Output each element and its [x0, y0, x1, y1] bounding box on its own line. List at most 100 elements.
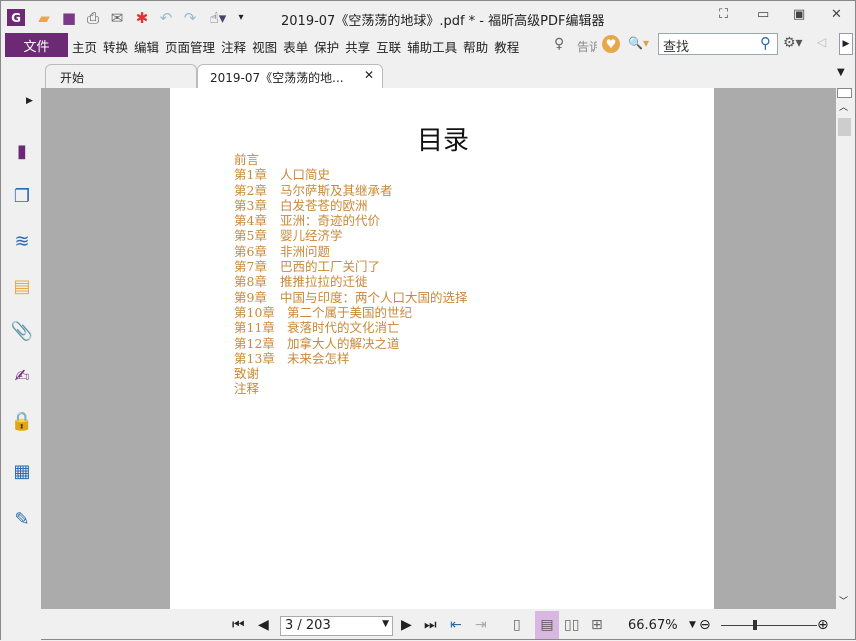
menu-convert[interactable]: 转换	[103, 37, 128, 56]
security-lock-icon[interactable]: 🔒	[11, 410, 33, 432]
expand-panel-icon[interactable]: ▶	[26, 96, 33, 106]
signatures-icon[interactable]: ✍	[11, 365, 33, 387]
menu-edit[interactable]: 编辑	[134, 37, 159, 56]
tab-start[interactable]: 开始	[45, 64, 197, 88]
toc-chapter: 第11章	[234, 320, 275, 336]
search-icon[interactable]: ⚲	[760, 34, 771, 52]
toc-entry[interactable]: 第4章 亚洲：奇迹的代价	[234, 213, 468, 228]
toc-entry[interactable]: 第1章 人口简史	[234, 167, 468, 182]
email-icon[interactable]: ✉	[108, 9, 126, 27]
fullscreen-icon[interactable]: ⛶	[719, 7, 728, 22]
layers-icon[interactable]: ≋	[11, 230, 33, 252]
close-tab-icon[interactable]: ✕	[364, 68, 374, 82]
continuous-facing-icon[interactable]: ⊞	[591, 617, 603, 633]
first-page-icon[interactable]: ⏮	[232, 617, 245, 633]
menu-protect[interactable]: 保护	[314, 37, 339, 56]
minimize-button[interactable]: ▭	[757, 7, 769, 22]
print-icon[interactable]: ⎙	[84, 9, 102, 27]
next-page-icon[interactable]: ▶	[401, 617, 412, 633]
toc-entry[interactable]: 注释	[234, 381, 468, 396]
redo-icon[interactable]: ↷	[181, 9, 199, 27]
tab-list-dropdown-icon[interactable]: ▼	[837, 67, 845, 78]
document-tabs: 开始 2019-07《空荡荡的地... ✕ ▼	[1, 57, 856, 88]
menu-form[interactable]: 表单	[283, 37, 308, 56]
zoom-in-icon[interactable]: ⊕	[817, 617, 829, 633]
toc-entry[interactable]: 第9章 中国与印度：两个人口大国的选择	[234, 290, 468, 305]
toc-entry[interactable]: 第6章 非洲问题	[234, 244, 468, 259]
toc-chapter: 第3章	[234, 197, 267, 213]
close-button[interactable]: ✕	[831, 7, 842, 22]
maximize-button[interactable]: ▣	[793, 7, 805, 22]
settings-gear-icon[interactable]: ⚙▾	[783, 35, 803, 51]
bookmarks-icon[interactable]: ▮	[11, 140, 33, 162]
toc-entry[interactable]: 第2章 马尔萨斯及其继承者	[234, 183, 468, 198]
document-viewer: 目录 前言 第1章 人口简史 第2章 马尔萨斯及其继承者 第3章 白发苍苍的欧洲 第4章 亚洲：…	[41, 88, 836, 609]
comments-icon[interactable]: ▤	[11, 275, 33, 297]
toc-entry[interactable]: 前言	[234, 152, 468, 167]
heart-icon[interactable]: ♥	[602, 35, 620, 53]
scrollbar-thumb[interactable]	[838, 118, 851, 136]
new-document-icon[interactable]: ✱	[133, 9, 151, 27]
scroll-down-icon[interactable]: ﹀	[839, 594, 848, 607]
toc-entry-title: 未来会怎样	[287, 350, 350, 366]
menu-accessibility[interactable]: 辅助工具	[407, 37, 457, 56]
toc-entry[interactable]: 第13章 未来会怎样	[234, 351, 468, 366]
lightbulb-icon: ♀	[554, 36, 565, 52]
content-icon[interactable]: ▦	[11, 460, 33, 482]
menu-view[interactable]: 视图	[252, 37, 277, 56]
toc-entry-title: 马尔萨斯及其继承者	[280, 182, 393, 198]
scroll-up-icon[interactable]: ︿	[839, 100, 848, 113]
toc-entry-title: 人口简史	[280, 167, 331, 183]
previous-view-icon[interactable]: ⇤	[450, 617, 462, 633]
facing-pages-icon[interactable]: ▯▯	[564, 617, 579, 633]
zoom-slider-thumb[interactable]	[752, 620, 757, 630]
toc-chapter: 第4章	[234, 213, 267, 229]
toc-entry[interactable]: 第12章 加拿大人的解决之道	[234, 336, 468, 351]
toc-entry[interactable]: 第8章 推推拉拉的迁徙	[234, 274, 468, 289]
toc-chapter: 第9章	[234, 289, 267, 305]
menu-comment[interactable]: 注释	[221, 37, 246, 56]
toc-entry[interactable]: 第5章 婴儿经济学	[234, 228, 468, 243]
menu-tutorial[interactable]: 教程	[494, 37, 519, 56]
menu-connect[interactable]: 互联	[376, 37, 401, 56]
hand-tool-icon[interactable]: ☝▾	[205, 9, 231, 27]
toc-entry-title: 亚洲：奇迹的代价	[280, 213, 381, 229]
toc-chapter: 第8章	[234, 274, 267, 290]
customize-toolbar-icon[interactable]: ▾	[232, 9, 250, 26]
save-icon[interactable]: ■	[60, 9, 78, 27]
chevron-down-icon[interactable]: ▼	[382, 619, 389, 629]
toc-entry[interactable]: 第10章 第二个属于美国的世纪	[234, 305, 468, 320]
menu-share[interactable]: 共享	[345, 37, 370, 56]
tab-document[interactable]: 2019-07《空荡荡的地... ✕	[197, 64, 383, 88]
split-handle[interactable]	[837, 88, 852, 98]
toc-entry[interactable]: 致谢	[234, 366, 468, 381]
table-of-contents: 前言 第1章 人口简史 第2章 马尔萨斯及其继承者 第3章 白发苍苍的欧洲 第4章 亚洲：奇迹的…	[234, 152, 468, 397]
zoom-slider[interactable]	[721, 625, 817, 626]
last-page-icon[interactable]: ⏭	[424, 617, 437, 633]
folder-search-icon[interactable]: 🔍▾	[628, 36, 649, 50]
continuous-page-icon[interactable]: ▤	[535, 611, 559, 639]
menu-home[interactable]: 主页	[72, 37, 97, 56]
vertical-scrollbar[interactable]: ︿ ﹀	[836, 88, 853, 609]
open-folder-icon[interactable]: ▰	[35, 9, 53, 27]
certificate-icon[interactable]: ✎	[11, 508, 33, 530]
toc-entry[interactable]: 第7章 巴西的工厂关门了	[234, 259, 468, 274]
previous-page-icon[interactable]: ◀	[258, 617, 269, 633]
file-menu-button[interactable]: 文件	[5, 33, 68, 57]
zoom-level[interactable]: 66.67%	[628, 618, 678, 633]
scroll-right-icon[interactable]: ▶	[839, 33, 853, 55]
zoom-out-icon[interactable]: ⊖	[699, 617, 711, 633]
next-view-icon[interactable]: ⇥	[475, 617, 487, 633]
page-thumbnails-icon[interactable]: ❐	[11, 185, 33, 207]
single-page-icon[interactable]: ▯	[513, 617, 521, 633]
attachments-icon[interactable]: 📎	[11, 320, 33, 342]
tell-me-input[interactable]: 告诉	[577, 38, 597, 55]
zoom-dropdown-icon[interactable]: ▼	[689, 620, 696, 630]
undo-icon[interactable]: ↶	[157, 9, 175, 27]
page-number-input[interactable]: 3 / 203 ▼	[280, 616, 393, 636]
scroll-left-icon[interactable]: ◁	[817, 35, 826, 49]
menu-organize[interactable]: 页面管理	[165, 37, 215, 56]
toc-entry[interactable]: 第11章 衰落时代的文化消亡	[234, 320, 468, 335]
menu-help[interactable]: 帮助	[463, 37, 488, 56]
toc-entry[interactable]: 第3章 白发苍苍的欧洲	[234, 198, 468, 213]
